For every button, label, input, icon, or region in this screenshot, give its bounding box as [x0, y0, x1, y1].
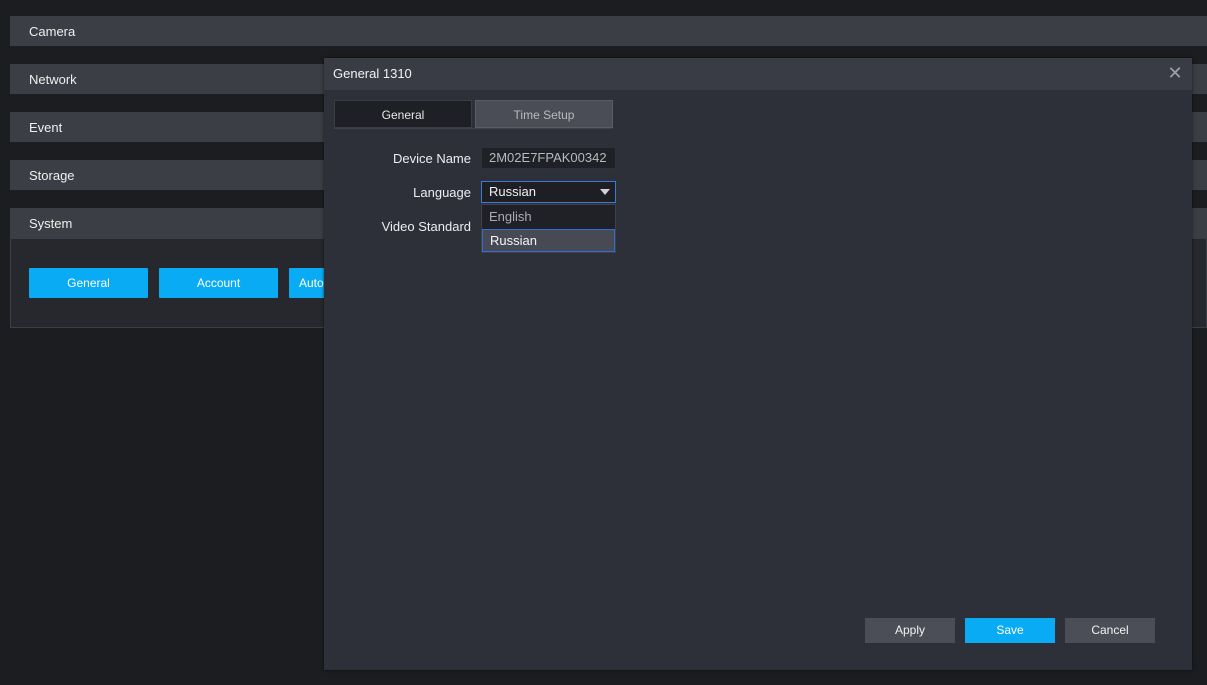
- system-general-button[interactable]: General: [29, 268, 148, 298]
- tab-time-setup[interactable]: Time Setup: [475, 100, 613, 128]
- language-dropdown-list: English Russian: [481, 204, 616, 253]
- device-name-field[interactable]: 2M02E7FPAK00342: [481, 147, 616, 169]
- apply-button[interactable]: Apply: [865, 618, 955, 643]
- system-account-button[interactable]: Account: [159, 268, 278, 298]
- settings-page: Camera Network Event Storage System Gene…: [0, 0, 1207, 685]
- tab-general[interactable]: General: [334, 100, 472, 128]
- section-storage-label: Storage: [29, 168, 75, 183]
- cancel-button[interactable]: Cancel: [1065, 618, 1155, 643]
- video-standard-label: Video Standard: [381, 219, 471, 234]
- language-label: Language: [413, 185, 471, 200]
- dialog-titlebar: General 1310 ✕: [324, 58, 1192, 90]
- section-camera-label: Camera: [29, 24, 76, 39]
- language-option-russian[interactable]: Russian: [482, 229, 615, 252]
- general-dialog: General 1310 ✕ General Time Setup Device…: [324, 58, 1192, 670]
- language-select[interactable]: Russian: [481, 181, 616, 203]
- save-button[interactable]: Save: [965, 618, 1055, 643]
- chevron-down-icon: [600, 189, 610, 195]
- close-icon[interactable]: ✕: [1166, 64, 1184, 82]
- language-select-value: Russian: [489, 184, 536, 199]
- device-name-label: Device Name: [392, 151, 471, 166]
- language-option-english[interactable]: English: [482, 205, 615, 228]
- section-event-label: Event: [29, 120, 63, 135]
- dialog-title: General 1310: [333, 66, 412, 81]
- section-system-label: System: [29, 216, 73, 231]
- tab-divider: [334, 128, 612, 129]
- section-camera[interactable]: Camera: [10, 16, 1207, 46]
- section-network-label: Network: [29, 72, 77, 87]
